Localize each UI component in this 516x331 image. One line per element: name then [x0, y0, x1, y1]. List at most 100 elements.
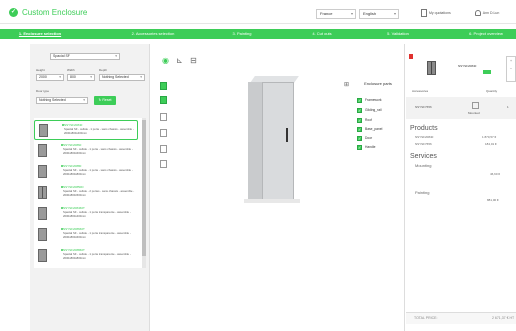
tab-cut-outs[interactable]: 4. Cut outs	[302, 29, 342, 39]
user-icon	[475, 10, 481, 17]
product-description: Spacial SF - cellule - 1 porte transpare…	[63, 252, 131, 260]
side-view-icon[interactable]	[160, 96, 167, 104]
depth-value: Nothing Selected	[102, 75, 129, 79]
total-price-value: 2 671,37 € HT	[492, 316, 515, 320]
tab-painting[interactable]: 3. Painting	[222, 29, 262, 39]
list-item[interactable]: NSYSF208860T Spacial SF - cellule - 1 po…	[34, 246, 138, 266]
tab-enclosure-selection[interactable]: 1. Enclosure selection	[10, 29, 70, 39]
services-section-title: Services	[410, 153, 437, 160]
dimensions-icon[interactable]: ⊾	[175, 56, 184, 65]
checkbox-checked-icon[interactable]: ✓	[357, 118, 362, 123]
tab-accessories-selection[interactable]: 2. Accessories selection	[118, 29, 188, 39]
height-select[interactable]: 2000 ▾	[36, 74, 64, 81]
chevron-down-icon: ▾	[59, 75, 61, 79]
tab-validation[interactable]: 5. Validation	[378, 29, 418, 39]
list-item[interactable]: NSYSF20850D Spacial SF - cellule - 2 por…	[34, 183, 138, 203]
checkbox-checked-icon[interactable]: ✓	[357, 145, 362, 150]
app-title: Custom Enclosure	[22, 8, 88, 17]
list-item[interactable]: NSYSF208460T Spacial SF - cellule - 1 po…	[34, 204, 138, 224]
list-item[interactable]: NSYSF20880 Spacial SF - cellule - 1 port…	[34, 162, 138, 182]
bottom-view-icon[interactable]	[160, 160, 167, 168]
document-icon	[421, 9, 427, 18]
account-link[interactable]: Ann D.Lun	[475, 9, 499, 18]
accessory-quantity: 1	[507, 105, 509, 109]
mounting-price: 46,60 €	[490, 172, 501, 176]
checkbox-checked-icon[interactable]: ✓	[357, 98, 362, 103]
accessory-row[interactable]: NSYSF7656 Mounted 1	[406, 97, 516, 119]
checkbox-checked-icon[interactable]: ✓	[357, 127, 362, 132]
list-item[interactable]: NSYSF20860 Spacial SF - cellule - 1 port…	[34, 141, 138, 161]
grid-icon[interactable]: ⊞	[344, 82, 351, 89]
reset-label: Reset	[102, 98, 112, 102]
enclosure-thumbnail	[39, 124, 48, 137]
cabinet-shadow	[244, 199, 300, 203]
product-line-code: NSYSF7656	[415, 142, 432, 146]
cabinet-3d-model[interactable]	[262, 82, 294, 200]
part-label: Gliding_rail	[365, 108, 382, 112]
product-line-price: 1 870,57 €	[482, 135, 497, 139]
account-name: Ann D.Lun	[482, 11, 500, 15]
app-header: ✓ Custom Enclosure France ▾ English ▾ My…	[0, 0, 516, 24]
total-price-label: TOTAL PRICE:	[414, 316, 438, 320]
quantity-stepper[interactable]: + −	[506, 56, 516, 82]
width-value: 800	[70, 75, 76, 79]
accessory-code: NSYSF7656	[415, 105, 432, 109]
depth-select[interactable]: Nothing Selected ▾	[99, 74, 145, 81]
part-label: Handle	[365, 145, 376, 149]
quantity-column-header: Quantity	[486, 89, 498, 93]
product-line-code: NSYSF20840	[415, 135, 434, 139]
products-section-title: Products	[410, 125, 438, 132]
reset-button[interactable]: ↻ Reset	[94, 96, 116, 105]
front-view-icon[interactable]	[160, 82, 167, 90]
increment-icon[interactable]: +	[507, 57, 515, 65]
my-quotations-link[interactable]: My quotations	[421, 9, 451, 18]
layout-icon[interactable]: ⊟	[189, 56, 198, 65]
range-select[interactable]: Spacial SF ▾	[50, 53, 120, 60]
back-view-icon[interactable]	[160, 129, 167, 137]
product-list-scrollbar[interactable]	[142, 118, 146, 268]
language-select[interactable]: English ▾	[359, 9, 399, 19]
enclosure-thumbnail	[38, 207, 47, 220]
enclosure-thumbnail	[38, 165, 47, 178]
part-label: Roof	[365, 118, 372, 122]
my-quotations-label: My quotations	[428, 11, 451, 15]
door-type-label: Door type	[36, 89, 50, 93]
chevron-down-icon: ▾	[140, 75, 142, 79]
width-select[interactable]: 800 ▾	[67, 74, 95, 81]
width-label: Width	[67, 68, 75, 72]
language-value: English	[363, 11, 377, 16]
accessory-mount-status: Mounted	[468, 111, 480, 115]
country-select[interactable]: France ▾	[316, 9, 356, 19]
cabinet-side	[248, 82, 262, 200]
chevron-down-icon: ▾	[83, 98, 85, 102]
range-value: Spacial SF	[53, 54, 70, 58]
mounting-icon	[472, 102, 479, 109]
checkbox-checked-icon[interactable]: ✓	[357, 136, 362, 141]
enclosure-thumbnail	[38, 186, 47, 199]
tab-project-overview[interactable]: 6. Project overview	[456, 29, 516, 39]
door-type-select[interactable]: Nothing Selected ▾	[36, 97, 88, 104]
chevron-down-icon: ▾	[350, 11, 353, 16]
product-description: Spacial SF - cellule - 1 porte - sans ch…	[63, 168, 133, 176]
height-label: Height	[36, 68, 45, 72]
iso-view-icon[interactable]	[160, 145, 167, 153]
product-description: Spacial SF - cellule - 1 porte - sans ch…	[64, 127, 134, 135]
part-label: Framework	[365, 98, 382, 102]
product-description: Spacial SF - cellule - 1 porte - sans ch…	[63, 147, 133, 155]
list-item[interactable]: NSYSF208660T Spacial SF - cellule - 1 po…	[34, 225, 138, 245]
delete-icon[interactable]	[409, 54, 413, 59]
enclosure-thumbnail	[38, 228, 47, 241]
schneider-logo-icon[interactable]: ✓	[9, 8, 18, 17]
decrement-icon[interactable]: −	[507, 65, 515, 73]
list-item[interactable]: NSYSF20840 Spacial SF - cellule - 1 port…	[34, 120, 138, 140]
scrollbar-thumb[interactable]	[142, 120, 146, 256]
view-3d-icon[interactable]: ◉	[161, 56, 170, 65]
summary-item-code: NSYSF20840	[458, 64, 477, 68]
enclosure-thumbnail	[38, 144, 47, 157]
top-view-icon[interactable]	[160, 113, 167, 121]
mounting-label: Mounting	[415, 163, 432, 168]
checkbox-checked-icon[interactable]: ✓	[357, 108, 362, 113]
chevron-down-icon: ▾	[115, 54, 117, 58]
product-description: Spacial SF - cellule - 1 porte transpare…	[63, 210, 131, 218]
quotation-summary-panel	[404, 44, 516, 331]
